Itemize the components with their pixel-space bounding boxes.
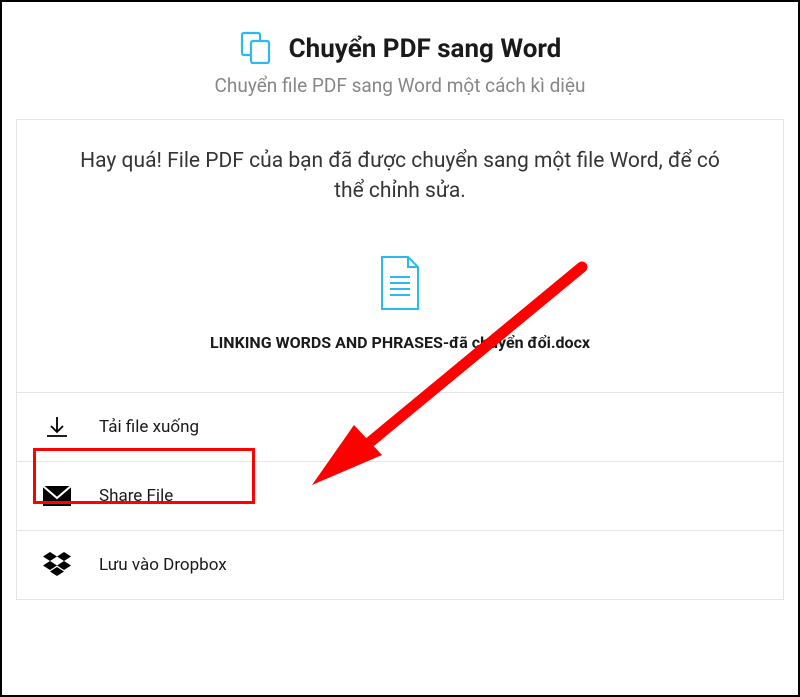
result-card: Hay quá! File PDF của bạn đã được chuyển… [16, 119, 784, 600]
result-summary: Hay quá! File PDF của bạn đã được chuyển… [17, 120, 783, 393]
dropbox-button[interactable]: Lưu vào Dropbox [17, 531, 783, 599]
dropbox-icon [43, 551, 71, 579]
dropbox-label: Lưu vào Dropbox [99, 555, 227, 575]
pdf-to-word-icon [239, 30, 273, 68]
success-message: Hay quá! File PDF của bạn đã được chuyển… [80, 146, 720, 207]
download-label: Tải file xuống [99, 417, 199, 437]
converted-file-block: LINKING WORDS AND PHRASES-đã chuyển đổi.… [45, 255, 755, 352]
page-subtitle: Chuyển file PDF sang Word một cách kì di… [16, 74, 784, 97]
download-icon [43, 413, 71, 441]
page-header: Chuyển PDF sang Word Chuyển file PDF san… [16, 2, 784, 119]
converted-file-name: LINKING WORDS AND PHRASES-đã chuyển đổi.… [210, 333, 590, 352]
page-title: Chuyển PDF sang Word [289, 34, 562, 64]
mail-icon [43, 482, 71, 510]
share-label: Share File [99, 486, 173, 506]
download-button[interactable]: Tải file xuống [17, 393, 783, 462]
share-button[interactable]: Share File [17, 462, 783, 531]
header-title-row: Chuyển PDF sang Word [16, 30, 784, 68]
document-icon [378, 255, 422, 315]
